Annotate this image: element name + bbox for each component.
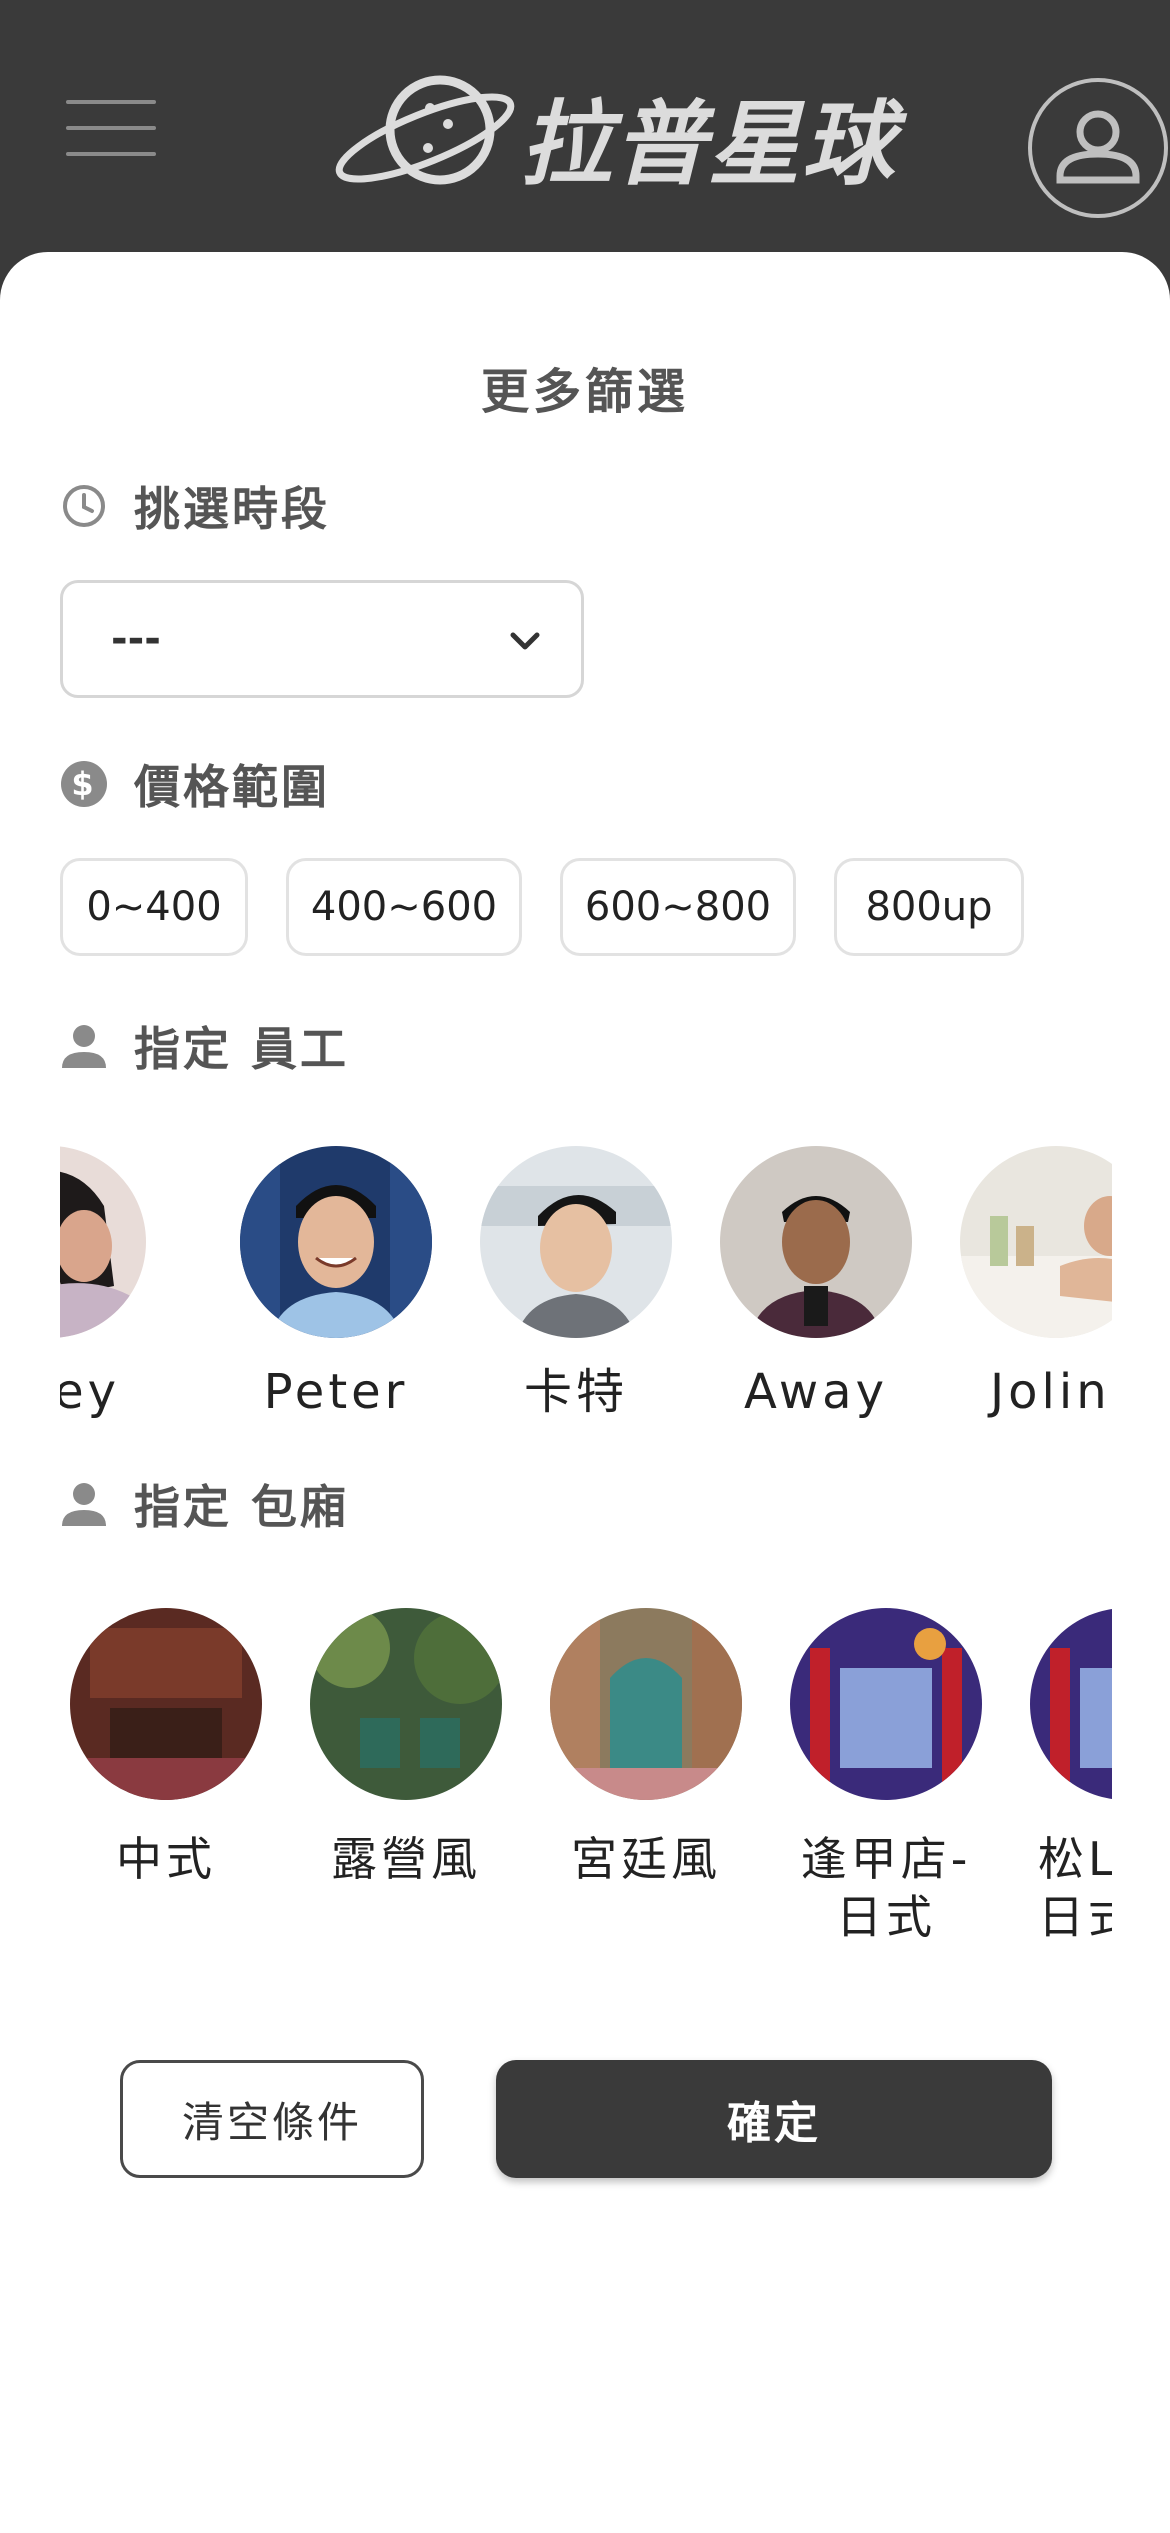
brand-logo[interactable]: 拉普星球 (330, 60, 894, 198)
room-photo (1030, 1608, 1112, 1800)
room-card-song-japanese[interactable]: 松L 日式 (1026, 1608, 1112, 1946)
room-section-label: 指定 包廂 (60, 1474, 349, 1534)
person-icon (62, 1483, 106, 1526)
hamburger-icon[interactable] (66, 100, 156, 156)
room-photo (790, 1608, 982, 1800)
room-carousel[interactable]: 中式 露營風 宮廷風 逢甲店- 日式 松L 日 (60, 1608, 1112, 1968)
filter-sheet: 更多篩選 挑選時段 --- $ 價格範圍 0~400 400~600 600~8… (0, 252, 1170, 2533)
room-card-palace[interactable]: 宮廷風 (546, 1608, 746, 1888)
staff-carousel[interactable]: aley Peter (60, 1146, 1112, 1446)
room-name: 露營風 (331, 1832, 481, 1886)
staff-name: Jolin (990, 1364, 1111, 1420)
staff-section-label: 指定 員工 (60, 1016, 349, 1076)
sheet-title: 更多篩選 (480, 364, 689, 420)
planet-logo-icon (335, 75, 515, 185)
staff-card-peter[interactable]: Peter (236, 1146, 436, 1422)
room-photo (310, 1608, 502, 1800)
room-card-chinese[interactable]: 中式 (66, 1608, 266, 1888)
price-section-label: $ 價格範圍 (60, 754, 330, 814)
staff-card-jolin[interactable]: Jolin (956, 1146, 1112, 1422)
room-name: 松L (1038, 1832, 1112, 1886)
clock-icon (63, 485, 105, 527)
staff-card-aley[interactable]: aley (60, 1146, 150, 1422)
staff-section-text: 指定 員工 (134, 1022, 350, 1076)
time-slot-value: --- (111, 616, 161, 662)
user-circle-icon (1056, 110, 1140, 184)
price-section-text: 價格範圍 (134, 760, 330, 814)
price-chip-400-600[interactable]: 400~600 (286, 858, 522, 956)
staff-photo (480, 1146, 672, 1338)
price-chip-800up[interactable]: 800up (834, 858, 1024, 956)
time-slot-select[interactable]: --- (60, 580, 584, 698)
staff-photo (240, 1146, 432, 1338)
dollar-circle-icon: $ (61, 761, 107, 807)
room-photo (70, 1608, 262, 1800)
price-chip-0-400[interactable]: 0~400 (60, 858, 248, 956)
app-header: 拉普星球 (0, 0, 1170, 260)
person-icon (62, 1025, 106, 1068)
room-photo (550, 1608, 742, 1800)
chevron-down-icon (510, 632, 540, 650)
room-name-line2: 日式 (1038, 1890, 1112, 1944)
staff-photo (720, 1146, 912, 1338)
account-button[interactable] (1028, 78, 1168, 218)
staff-photo (60, 1146, 146, 1338)
logo-text: 拉普星球 (520, 91, 897, 198)
room-card-camping[interactable]: 露營風 (306, 1608, 506, 1888)
room-name: 宮廷風 (571, 1832, 721, 1886)
room-card-fengjia-japanese[interactable]: 逢甲店- 日式 (786, 1608, 986, 1946)
staff-name: Away (744, 1364, 888, 1420)
time-section-text: 挑選時段 (134, 482, 330, 536)
time-section-label: 挑選時段 (60, 476, 330, 536)
room-name: 逢甲店- (800, 1832, 972, 1886)
svg-text:$: $ (71, 765, 96, 803)
price-chip-600-800[interactable]: 600~800 (560, 858, 796, 956)
staff-card-carter[interactable]: 卡特 (476, 1146, 676, 1422)
staff-name: aley (60, 1364, 120, 1420)
room-name: 中式 (116, 1832, 216, 1886)
staff-name: Peter (263, 1364, 409, 1420)
staff-photo (960, 1146, 1112, 1338)
staff-name: 卡特 (523, 1364, 628, 1420)
room-name-line2: 日式 (836, 1890, 936, 1944)
staff-card-away[interactable]: Away (716, 1146, 916, 1422)
clear-conditions-button[interactable]: 清空條件 (120, 2060, 424, 2178)
room-section-text: 指定 包廂 (134, 1480, 350, 1534)
confirm-button[interactable]: 確定 (496, 2060, 1052, 2178)
